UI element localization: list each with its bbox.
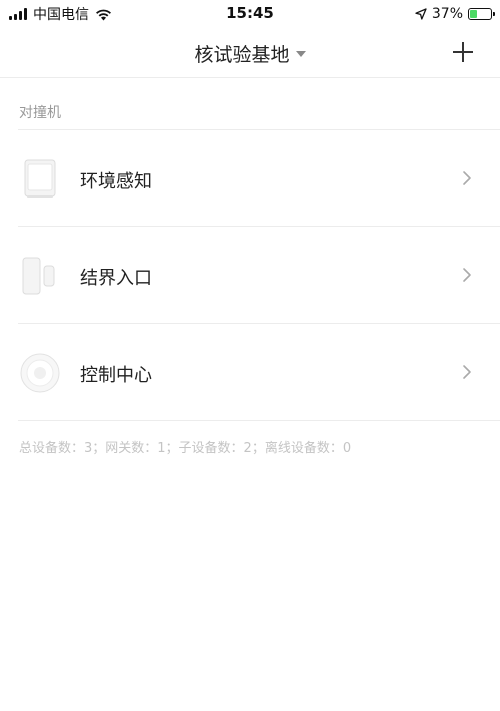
door-sensor-icon [22, 257, 55, 295]
device-label: 结界入口 [80, 268, 152, 289]
device-row-environment[interactable]: 环境感知 [0, 130, 500, 227]
device-list: 环境感知 结界入口 控制中心 [0, 130, 500, 421]
status-bar: 中国电信 15:45 37% [0, 0, 500, 28]
caret-down-icon [295, 50, 306, 57]
divider [18, 420, 500, 421]
device-row-barrier-entrance[interactable]: 结界入口 [0, 227, 500, 324]
plus-icon[interactable] [451, 40, 475, 64]
motion-sensor-icon [24, 159, 56, 198]
battery-icon [468, 8, 495, 20]
device-row-control-center[interactable]: 控制中心 [0, 324, 500, 421]
section-title: 对撞机 [19, 105, 61, 121]
location-icon [415, 8, 427, 20]
chevron-right-icon [463, 171, 471, 185]
chevron-right-icon [463, 268, 471, 282]
home-selector[interactable]: 核试验基地 [0, 40, 500, 67]
page-title: 核试验基地 [194, 44, 290, 66]
device-label: 环境感知 [80, 171, 152, 192]
battery-percent: 37% [431, 6, 463, 22]
device-summary: 总设备数：3；网关数：1；子设备数：2；离线设备数：0 [19, 441, 352, 456]
gateway-icon [20, 353, 60, 393]
chevron-right-icon [463, 365, 471, 379]
nav-bar: 核试验基地 [0, 28, 500, 78]
device-label: 控制中心 [80, 365, 152, 386]
battery-fill [470, 10, 477, 18]
status-bar-right: 37% [415, 4, 495, 24]
